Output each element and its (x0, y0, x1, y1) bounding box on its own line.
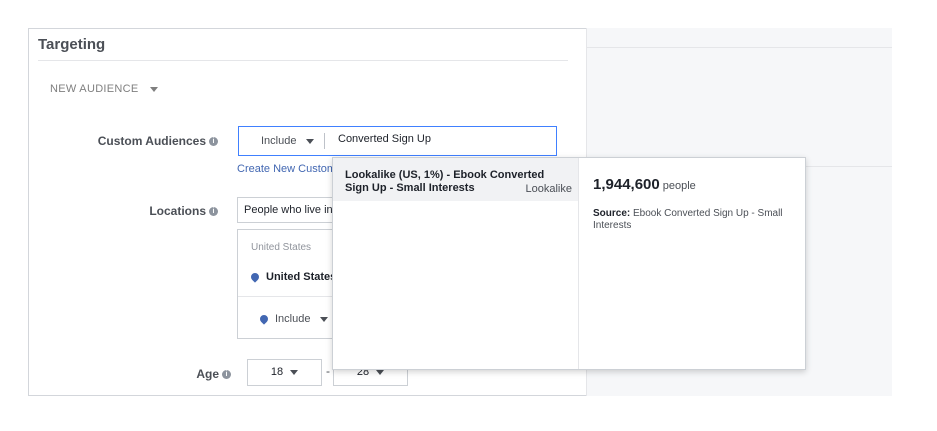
locations-label: Locations (149, 204, 206, 218)
audience-source: Source: Ebook Converted Sign Up - Small … (593, 208, 793, 232)
caret-down-icon (376, 369, 385, 375)
custom-audiences-field[interactable]: Include (238, 126, 557, 156)
custom-audience-search-input[interactable] (338, 133, 538, 145)
selected-location-label: United States (266, 271, 337, 283)
info-icon[interactable]: i (209, 137, 218, 147)
age-min-value: 18 (270, 366, 284, 378)
locations-label-row: Locations i (60, 204, 218, 218)
location-include-dropdown[interactable]: Include (258, 313, 328, 325)
info-icon[interactable]: i (222, 370, 231, 380)
location-pin-icon (258, 313, 270, 325)
include-label: Include (261, 135, 297, 147)
location-list-box: United States United States Include (237, 229, 337, 339)
create-new-custom-audience-link[interactable]: Create New Custom Audience (237, 163, 334, 175)
caret-down-icon (149, 86, 158, 92)
selected-location: United States (249, 271, 337, 283)
custom-audiences-label-row: Custom Audiences i (60, 134, 218, 148)
divider (238, 296, 336, 297)
caret-down-icon (319, 316, 328, 322)
age-label-row: Age i (120, 367, 231, 381)
new-audience-dropdown[interactable]: NEW AUDIENCE (50, 83, 158, 95)
location-include-label: Include (275, 313, 311, 325)
location-pin-icon (249, 271, 261, 283)
separator (324, 133, 325, 149)
suggestion-item[interactable]: Lookalike (US, 1%) - Ebook Converted Sig… (333, 158, 578, 201)
section-title: Targeting (38, 36, 106, 53)
location-type-select[interactable]: People who live in this location (237, 197, 337, 223)
caret-down-icon (305, 138, 314, 144)
suggestion-list: Lookalike (US, 1%) - Ebook Converted Sig… (333, 158, 579, 369)
audience-size-unit: people (662, 180, 696, 192)
audience-suggestions-dropdown: Lookalike (US, 1%) - Ebook Converted Sig… (332, 157, 806, 370)
age-min-select[interactable]: 18 (247, 359, 322, 386)
title-divider (38, 60, 568, 61)
age-label: Age (196, 367, 219, 381)
caret-down-icon (290, 369, 299, 375)
audience-size-value: 1,944,600 (593, 176, 660, 193)
audience-size: 1,944,600 people (593, 176, 696, 193)
new-audience-label: NEW AUDIENCE (50, 83, 139, 95)
audience-details: 1,944,600 people Source: Ebook Converted … (579, 158, 805, 369)
info-icon[interactable]: i (209, 207, 218, 217)
source-label: Source: (593, 208, 631, 219)
include-exclude-dropdown[interactable]: Include (261, 135, 314, 147)
divider (587, 47, 892, 48)
custom-audiences-label: Custom Audiences (97, 134, 206, 148)
suggestion-type: Lookalike (519, 183, 572, 195)
location-group-label: United States (251, 242, 312, 253)
age-range-dash: - (326, 364, 330, 378)
